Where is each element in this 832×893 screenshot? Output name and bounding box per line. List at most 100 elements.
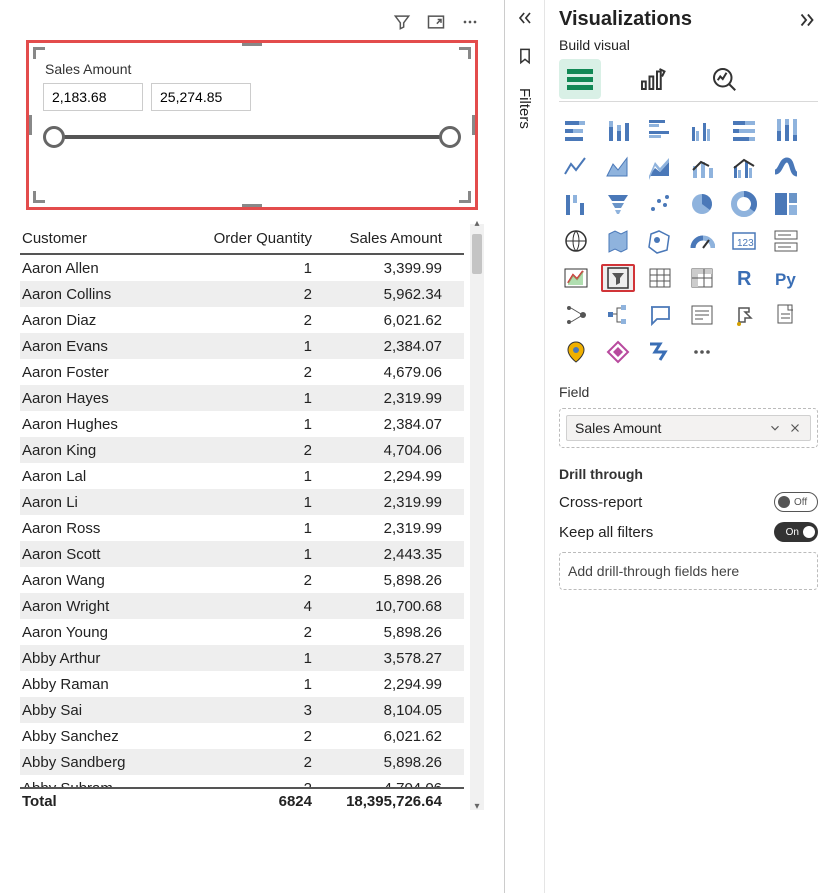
resize-handle[interactable] [459, 47, 471, 59]
qa-visual-icon[interactable] [643, 301, 677, 329]
scroll-down-icon[interactable]: ▾ [470, 801, 484, 812]
hundred-stacked-column-icon[interactable] [769, 116, 803, 144]
filters-label[interactable]: Filters [516, 88, 533, 129]
table-row[interactable]: Aaron Hayes 1 2,319.99 [20, 385, 464, 411]
table-row[interactable]: Abby Raman 1 2,294.99 [20, 671, 464, 697]
clustered-column-icon[interactable] [685, 116, 719, 144]
paginated-report-icon[interactable] [769, 301, 803, 329]
get-more-visuals-icon[interactable] [685, 338, 719, 366]
key-influencers-icon[interactable] [559, 301, 593, 329]
table-row[interactable]: Aaron Scott 1 2,443.35 [20, 541, 464, 567]
filter-icon[interactable] [392, 12, 412, 32]
table-row[interactable]: Abby Arthur 1 3,578.27 [20, 645, 464, 671]
stacked-bar-icon[interactable] [559, 116, 593, 144]
build-tab-analytics[interactable] [703, 59, 745, 99]
keep-filters-toggle[interactable]: On [774, 522, 818, 542]
table-row[interactable]: Aaron Wang 2 5,898.26 [20, 567, 464, 593]
waterfall-icon[interactable] [559, 190, 593, 218]
slicer-max-input[interactable] [151, 83, 251, 111]
table-row[interactable]: Aaron Collins 2 5,962.34 [20, 281, 464, 307]
kpi-icon[interactable] [559, 264, 593, 292]
line-stacked-column-icon[interactable] [685, 153, 719, 181]
slicer-icon[interactable] [601, 264, 635, 292]
table-row[interactable]: Aaron Hughes 1 2,384.07 [20, 411, 464, 437]
cross-report-toggle[interactable]: Off [774, 492, 818, 512]
table-row[interactable]: Aaron Wright 4 10,700.68 [20, 593, 464, 619]
py-visual-icon[interactable]: Py [769, 264, 803, 292]
area-chart-icon[interactable] [601, 153, 635, 181]
table-row[interactable]: Abby Sandberg 2 5,898.26 [20, 749, 464, 775]
slider-handle-max[interactable] [439, 126, 461, 148]
resize-handle[interactable] [242, 43, 262, 46]
shape-map-icon[interactable] [643, 227, 677, 255]
table-row[interactable]: Aaron Lal 1 2,294.99 [20, 463, 464, 489]
gauge-icon[interactable] [685, 227, 719, 255]
bookmark-icon[interactable] [515, 46, 535, 66]
matrix-icon[interactable] [685, 264, 719, 292]
arcgis-icon[interactable] [559, 338, 593, 366]
more-options-icon[interactable] [460, 12, 480, 32]
resize-handle[interactable] [29, 115, 32, 135]
resize-handle[interactable] [472, 115, 475, 135]
line-chart-icon[interactable] [559, 153, 593, 181]
scroll-thumb[interactable] [472, 234, 482, 274]
table-row[interactable]: Abby Subram 2 4,704.06 [20, 775, 464, 787]
resize-handle[interactable] [33, 191, 45, 203]
treemap-icon[interactable] [769, 190, 803, 218]
stacked-area-icon[interactable] [643, 153, 677, 181]
map-icon[interactable] [559, 227, 593, 255]
stacked-column-icon[interactable] [601, 116, 635, 144]
scroll-up-icon[interactable]: ▴ [470, 218, 484, 229]
multi-row-card-icon[interactable] [769, 227, 803, 255]
filters-pane-collapsed[interactable]: Filters [505, 0, 545, 893]
table-row[interactable]: Aaron Ross 1 2,319.99 [20, 515, 464, 541]
r-visual-icon[interactable]: R [727, 264, 761, 292]
slicer-min-input[interactable] [43, 83, 143, 111]
table-row[interactable]: Aaron Allen 1 3,399.99 [20, 255, 464, 281]
table-scrollbar[interactable]: ▴ ▾ [470, 224, 484, 810]
line-clustered-column-icon[interactable] [727, 153, 761, 181]
expand-icon[interactable] [796, 9, 818, 31]
field-well[interactable]: Sales Amount [559, 408, 818, 448]
slicer-slider[interactable] [53, 135, 451, 139]
drill-through-dropzone[interactable]: Add drill-through fields here [559, 552, 818, 590]
goals-icon[interactable] [727, 301, 761, 329]
decomposition-tree-icon[interactable] [601, 301, 635, 329]
resize-handle[interactable] [459, 191, 471, 203]
pie-icon[interactable] [685, 190, 719, 218]
clustered-bar-icon[interactable] [643, 116, 677, 144]
powerapps-icon[interactable] [601, 338, 635, 366]
col-order-qty[interactable]: Order Quantity [182, 230, 312, 247]
table-row[interactable]: Abby Sanchez 2 6,021.62 [20, 723, 464, 749]
col-sales-amount[interactable]: Sales Amount [312, 230, 442, 247]
table-row[interactable]: Aaron Diaz 2 6,021.62 [20, 307, 464, 333]
table-row[interactable]: Aaron Young 2 5,898.26 [20, 619, 464, 645]
power-automate-icon[interactable] [643, 338, 677, 366]
slicer-visual[interactable]: Sales Amount [26, 40, 478, 210]
resize-handle[interactable] [242, 204, 262, 207]
build-tab-format[interactable] [631, 59, 673, 99]
collapse-icon[interactable] [515, 8, 535, 28]
table-icon[interactable] [643, 264, 677, 292]
build-tab-fields[interactable] [559, 59, 601, 99]
field-chip-sales-amount[interactable]: Sales Amount [566, 415, 811, 441]
table-row[interactable]: Aaron Li 1 2,319.99 [20, 489, 464, 515]
donut-icon[interactable] [727, 190, 761, 218]
card-icon[interactable]: 123 [727, 227, 761, 255]
focus-mode-icon[interactable] [426, 12, 446, 32]
table-visual[interactable]: Customer Order Quantity Sales Amount Aar… [20, 224, 484, 810]
remove-field-icon[interactable] [788, 421, 802, 435]
table-row[interactable]: Aaron Foster 2 4,679.06 [20, 359, 464, 385]
slider-handle-min[interactable] [43, 126, 65, 148]
table-row[interactable]: Aaron Evans 1 2,384.07 [20, 333, 464, 359]
resize-handle[interactable] [33, 47, 45, 59]
funnel-icon[interactable] [601, 190, 635, 218]
ribbon-chart-icon[interactable] [769, 153, 803, 181]
hundred-stacked-bar-icon[interactable] [727, 116, 761, 144]
table-row[interactable]: Abby Sai 3 8,104.05 [20, 697, 464, 723]
table-row[interactable]: Aaron King 2 4,704.06 [20, 437, 464, 463]
scatter-icon[interactable] [643, 190, 677, 218]
chevron-down-icon[interactable] [768, 421, 782, 435]
smart-narrative-icon[interactable] [685, 301, 719, 329]
col-customer[interactable]: Customer [22, 230, 182, 247]
